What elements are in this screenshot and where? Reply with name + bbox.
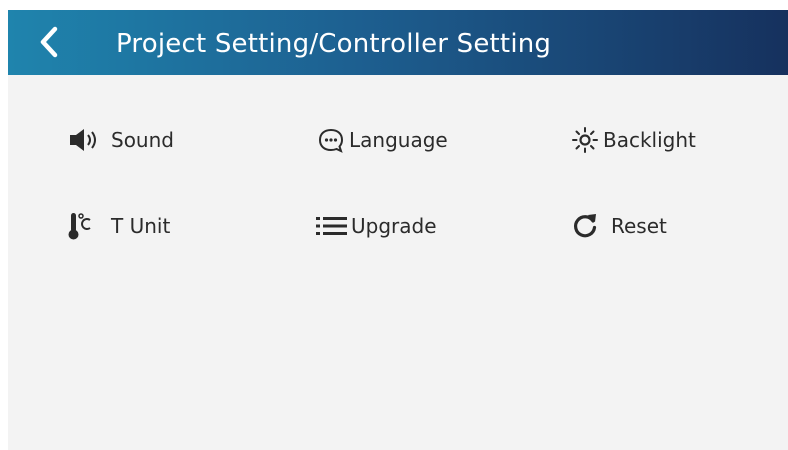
reset-label: Reset	[611, 214, 667, 238]
backlight-label: Backlight	[603, 128, 696, 152]
upgrade-button[interactable]: Upgrade	[316, 206, 437, 246]
back-button[interactable]	[32, 23, 68, 61]
language-button[interactable]: Language	[316, 120, 448, 160]
chat-bubble-icon	[316, 125, 346, 155]
list-icon	[316, 211, 348, 241]
chevron-left-icon	[40, 26, 58, 58]
backlight-button[interactable]: Backlight	[570, 120, 696, 160]
page-title: Project Setting/Controller Setting	[116, 29, 552, 59]
sound-label: Sound	[111, 128, 174, 152]
sound-button[interactable]: Sound	[68, 120, 174, 160]
settings-screen: Project Setting/Controller Setting Sound…	[8, 10, 788, 450]
t-unit-label: T Unit	[111, 214, 171, 238]
refresh-icon	[570, 211, 608, 241]
speaker-icon	[68, 125, 108, 155]
t-unit-button[interactable]: T Unit	[68, 206, 170, 246]
sun-icon	[570, 125, 600, 155]
language-label: Language	[349, 128, 448, 152]
thermometer-celsius-icon	[68, 211, 108, 241]
header-bar: Project Setting/Controller Setting	[8, 10, 788, 75]
reset-button[interactable]: Reset	[570, 206, 667, 246]
upgrade-label: Upgrade	[351, 214, 437, 238]
